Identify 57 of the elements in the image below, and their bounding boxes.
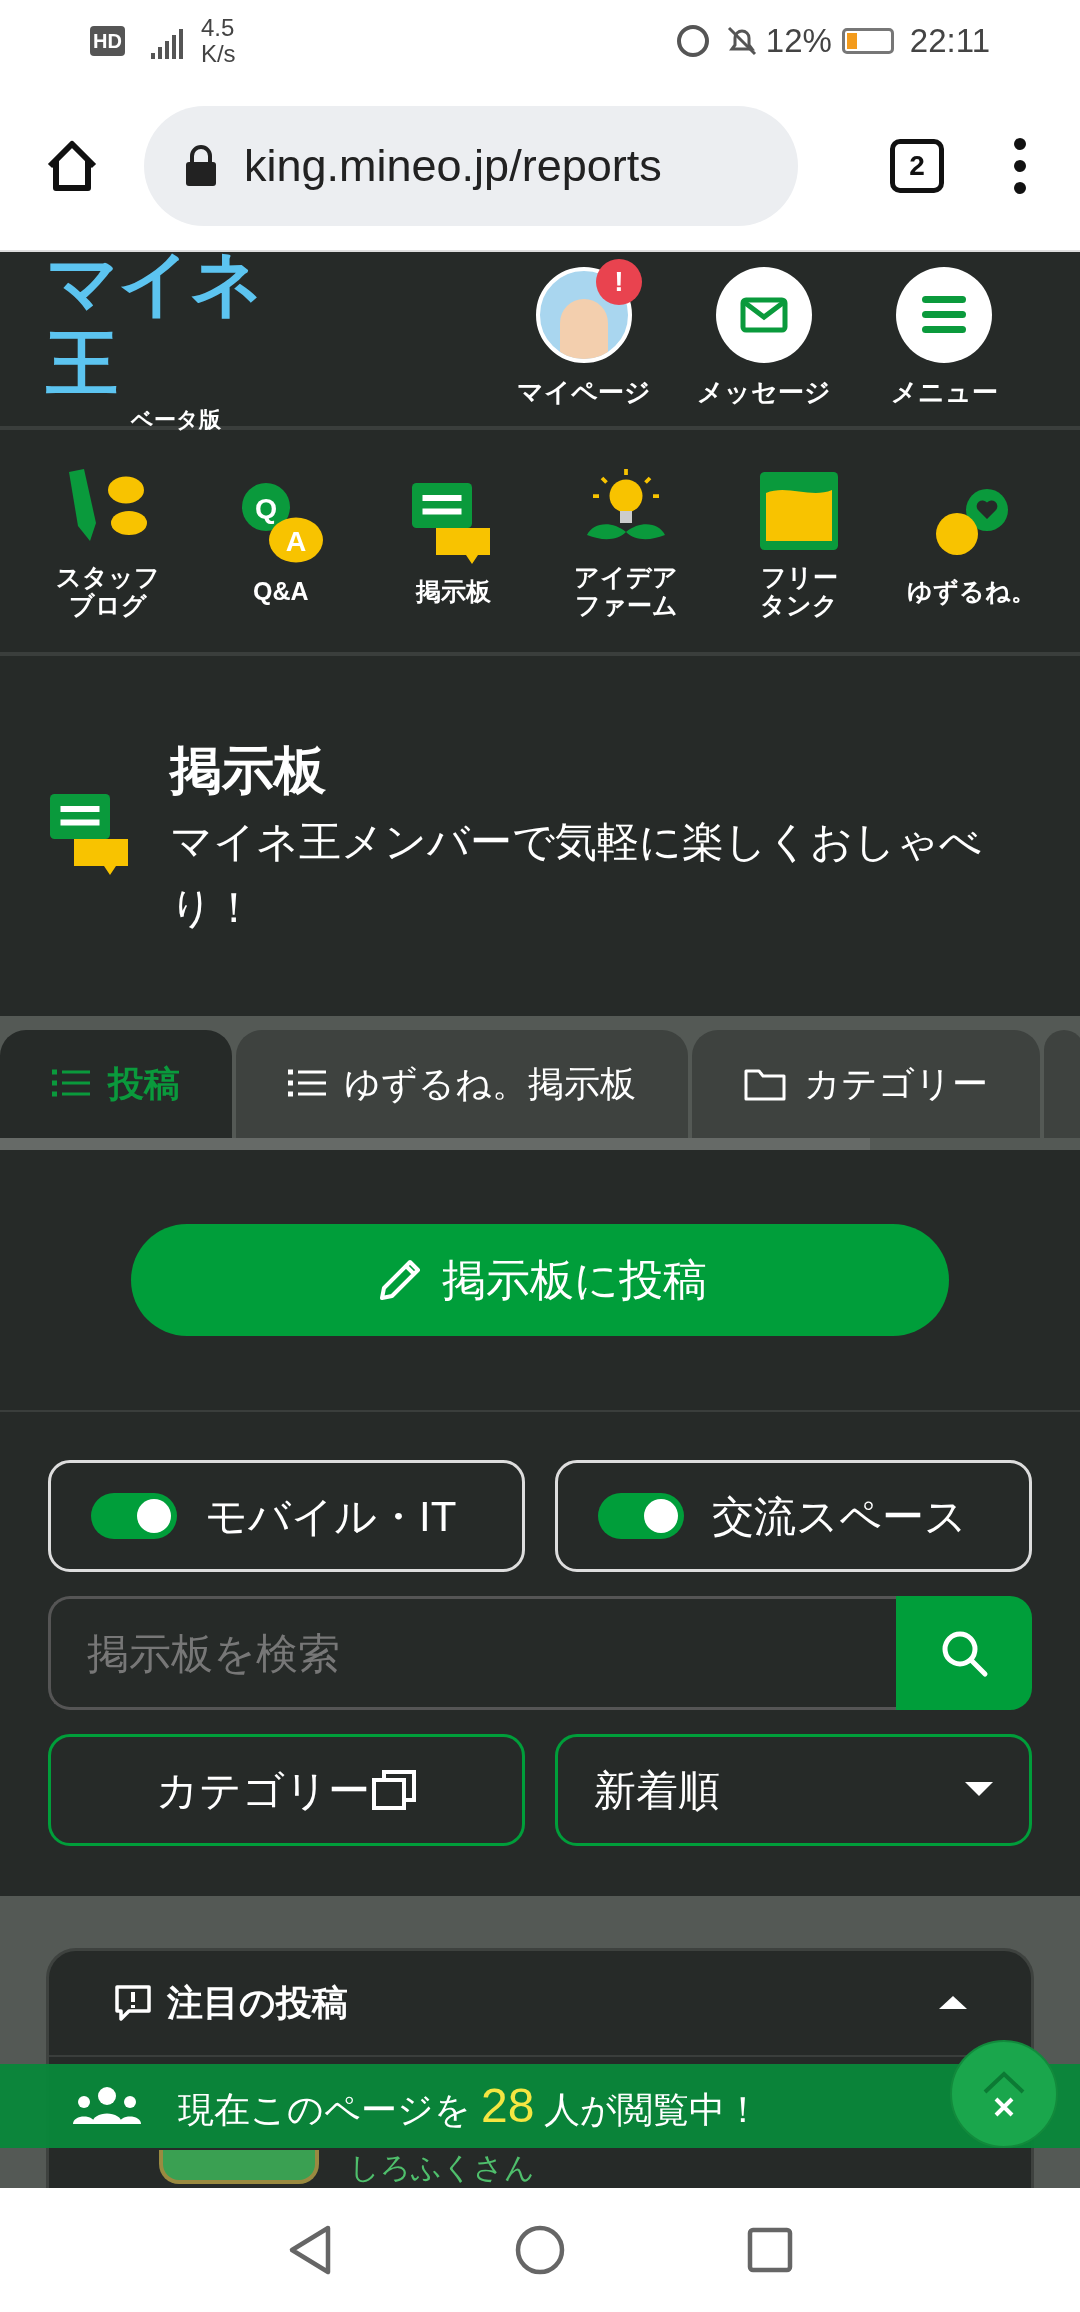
nav-item-label[interactable]: Q&A [253,577,309,605]
close-icon[interactable] [993,2096,1015,2118]
filter-toggle[interactable]: モバイル・IT [48,1460,525,1572]
tab[interactable]: ゆずるね。掲示板 [236,1030,688,1138]
search-button[interactable] [896,1596,1032,1710]
viewer-count-text: 現在このページを 28 人が閲覧中！ [178,2078,762,2134]
q-letter: Q [254,491,277,524]
folder-icon [744,1067,786,1101]
header-action-label[interactable]: メッセージ [697,372,831,412]
alert-badge: ! [596,258,642,305]
header-action-label[interactable]: メニュー [890,372,998,412]
nav-item-label[interactable]: ゆずるね。 [907,577,1037,605]
author-name[interactable]: しろふくさん [349,2152,535,2184]
page-subtitle: マイネ王メンバーで気軽に楽しくおしゃべり！ [170,817,983,933]
clock: 22:11 [909,21,990,62]
lock-icon [184,144,218,188]
battery-icon [841,28,894,54]
category-button[interactable]: カテゴリー [48,1734,525,1846]
chevron-up-icon [982,2070,1026,2096]
network-speed: 4.5 [200,15,236,41]
nav-item-label[interactable]: タンク [760,591,839,619]
people-icon [70,2086,144,2126]
logo-subtitle: ベータ版 [131,405,221,434]
person-silhouette-icon [560,298,608,359]
nav-item-label[interactable]: スタッフ [56,563,160,591]
tab-count-button[interactable]: 2 [890,139,944,193]
nav-item-label[interactable]: 掲示板 [416,577,492,605]
logo[interactable]: マイネ王 [46,242,306,403]
battery-percent: 12% [765,21,832,62]
tab[interactable]: カテゴリー [692,1030,1040,1138]
switch[interactable] [91,1493,177,1539]
nav-item-label[interactable]: アイデア [574,563,679,591]
alert-bubble-icon [113,1983,153,2023]
filter-toggle[interactable]: 交流スペース [555,1460,1032,1572]
dropdown-caret-icon [965,1782,993,1798]
menu-icon [922,295,966,334]
hd-indicator: HD [90,26,125,56]
nav-item-label[interactable]: フリー [760,563,838,591]
data-saver-icon [675,24,710,58]
windows-icon [369,1768,418,1812]
home-circle-icon[interactable] [514,2224,566,2276]
a-letter: A [285,524,307,557]
tab[interactable]: 投稿 [0,1030,232,1138]
nav-item-label[interactable]: ブログ [69,591,147,619]
speed-unit: K/s [200,41,236,67]
header-action-label[interactable]: マイページ [517,372,651,412]
page-title: 掲示板 [170,740,327,801]
address-bar[interactable]: king.mineo.jp/reports [144,106,798,226]
nav-item-label[interactable]: ファーム [574,591,678,619]
recents-icon[interactable] [746,2226,794,2274]
switch[interactable] [598,1493,684,1539]
list-icon [52,1069,90,1099]
post-button[interactable]: 掲示板に投稿 [131,1224,949,1336]
search-field[interactable]: 掲示板を検索 [48,1596,896,1710]
sort-dropdown[interactable]: 新着順 [555,1734,1032,1846]
envelope-icon [740,296,788,333]
list-icon [288,1069,326,1099]
